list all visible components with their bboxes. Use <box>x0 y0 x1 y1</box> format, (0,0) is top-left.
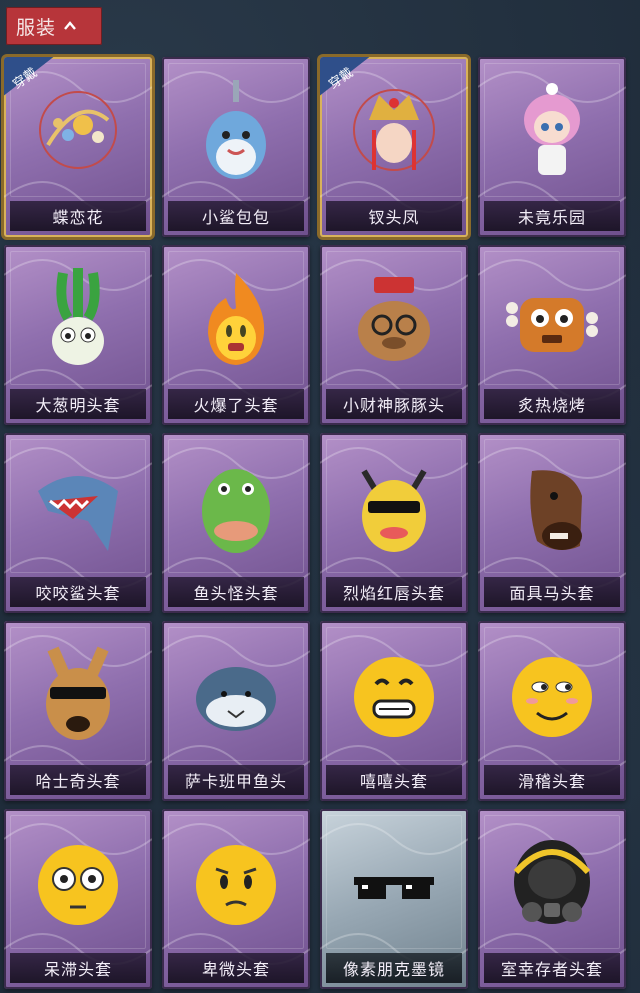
pikachu-mask-icon <box>361 469 427 552</box>
item-name: 鱼头怪头套 <box>168 577 304 607</box>
item-card-fire-mask[interactable]: 火爆了头套 <box>162 245 310 425</box>
item-name: 面具马头套 <box>484 577 620 607</box>
item-card-fish-mask[interactable]: 鱼头怪头套 <box>162 433 310 613</box>
item-card-husky-mask[interactable]: 哈士奇头套 <box>4 621 152 801</box>
item-name: 哈士奇头套 <box>10 765 146 795</box>
item-card-shark-bag[interactable]: 小鲨包包 <box>162 57 310 237</box>
item-name: 像素朋克墨镜 <box>326 953 462 983</box>
item-name: 滑稽头套 <box>484 765 620 795</box>
item-name: 嘻嘻头套 <box>326 765 462 795</box>
smirk-emoji-mask-icon <box>512 657 592 737</box>
item-name: 萨卡班甲鱼头 <box>168 765 304 795</box>
horse-mask-icon <box>530 470 582 550</box>
fire-mask-icon <box>208 273 265 365</box>
item-name: 火爆了头套 <box>168 389 304 419</box>
item-name: 钗头凤 <box>326 201 462 231</box>
item-card-scallion-mask[interactable]: 大葱明头套 <box>4 245 152 425</box>
item-card-shark-mask[interactable]: 咬咬鲨头套 <box>4 433 152 613</box>
humble-emoji-mask-icon <box>196 845 276 925</box>
item-name: 未竟乐园 <box>484 201 620 231</box>
doll-icon <box>524 83 580 175</box>
item-card-bbq-mask[interactable]: 炙热烧烤 <box>478 245 626 425</box>
item-name: 炙热烧烤 <box>484 389 620 419</box>
capybara-mask-icon <box>358 277 430 361</box>
equipped-badge: 穿戴 <box>320 57 372 97</box>
bbq-mask-icon <box>506 298 598 352</box>
item-card-hair-ornament[interactable]: 穿戴蝶恋花 <box>4 57 152 237</box>
grin-emoji-mask-icon <box>354 657 434 737</box>
item-card-stunned-emoji-mask[interactable]: 呆滞头套 <box>4 809 152 989</box>
item-card-horse-mask[interactable]: 面具马头套 <box>478 433 626 613</box>
item-card-pixel-sunglasses[interactable]: 像素朋克墨镜 <box>320 809 468 989</box>
category-tab-clothing[interactable]: 服装 <box>6 7 102 45</box>
shark-bag-icon <box>206 80 266 179</box>
item-name: 蝶恋花 <box>10 201 146 231</box>
item-card-humble-emoji-mask[interactable]: 卑微头套 <box>162 809 310 989</box>
husky-mask-icon <box>46 646 110 740</box>
item-card-phoenix-crown[interactable]: 穿戴钗头凤 <box>320 57 468 237</box>
item-name: 室幸存者头套 <box>484 953 620 983</box>
shark-mask-icon <box>38 476 118 551</box>
item-name: 咬咬鲨头套 <box>10 577 146 607</box>
pixel-sunglasses-icon <box>354 877 434 899</box>
item-card-capybara-mask[interactable]: 小财神豚豚头 <box>320 245 468 425</box>
scallion-mask-icon <box>52 268 104 365</box>
fish-mask-icon <box>202 469 270 553</box>
item-name: 小鲨包包 <box>168 201 304 231</box>
item-name: 呆滞头套 <box>10 953 146 983</box>
item-card-gas-mask-helmet[interactable]: 室幸存者头套 <box>478 809 626 989</box>
item-name: 小财神豚豚头 <box>326 389 462 419</box>
category-label: 服装 <box>16 16 57 39</box>
item-grid: 穿戴 蝶恋花 小鲨包包 穿戴 钗头凤 未竟乐园 大葱明头套 火爆了头套 小财神豚… <box>4 57 636 993</box>
item-name: 烈焰红唇头套 <box>326 577 462 607</box>
item-card-smirk-emoji-mask[interactable]: 滑稽头套 <box>478 621 626 801</box>
item-name: 卑微头套 <box>168 953 304 983</box>
chevron-up-icon[interactable] <box>64 21 76 31</box>
equipped-badge: 穿戴 <box>4 57 56 97</box>
gas-mask-helmet-icon <box>513 840 591 924</box>
item-card-doll[interactable]: 未竟乐园 <box>478 57 626 237</box>
item-name: 大葱明头套 <box>10 389 146 419</box>
item-card-sacabambaspis-mask[interactable]: 萨卡班甲鱼头 <box>162 621 310 801</box>
item-card-grin-emoji-mask[interactable]: 嘻嘻头套 <box>320 621 468 801</box>
stunned-emoji-mask-icon <box>38 845 118 925</box>
sacabambaspis-mask-icon <box>196 667 276 731</box>
item-card-pikachu-mask[interactable]: 烈焰红唇头套 <box>320 433 468 613</box>
